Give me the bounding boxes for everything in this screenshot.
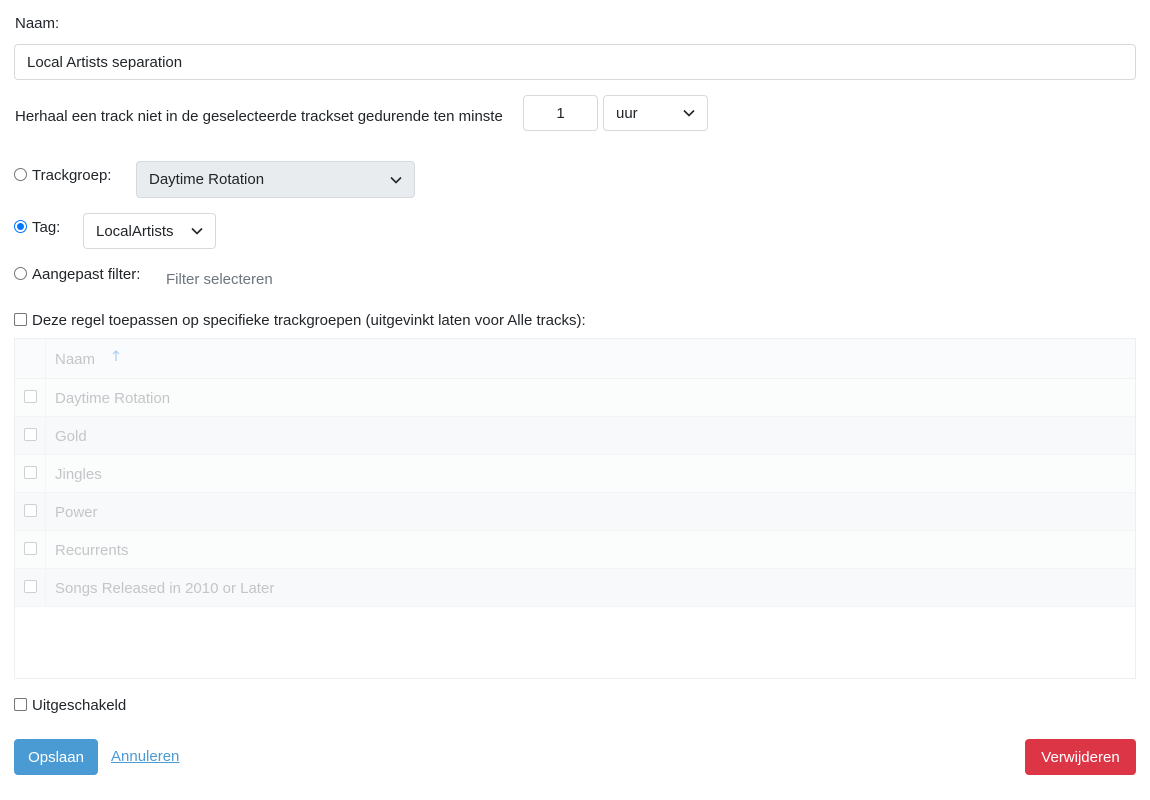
trackgroup-value: Daytime Rotation — [149, 171, 265, 188]
repeat-unit-value: uur — [616, 104, 638, 122]
delete-button[interactable]: Verwijderen — [1025, 739, 1136, 775]
name-label: Naam: — [15, 15, 60, 32]
table-row: Jingles — [15, 455, 1135, 493]
tag-radio[interactable] — [14, 220, 27, 233]
row-checkbox[interactable] — [24, 542, 37, 555]
custom-filter-select[interactable]: Filter selecteren — [166, 271, 273, 288]
trackgroup-select[interactable]: Daytime Rotation — [136, 161, 415, 198]
row-checkbox[interactable] — [24, 390, 37, 403]
table-row: Songs Released in 2010 or Later — [15, 569, 1135, 607]
table-row: Gold — [15, 417, 1135, 455]
repeat-quantity-input[interactable] — [523, 95, 598, 131]
row-checkbox[interactable] — [24, 466, 37, 479]
chevron-down-icon — [683, 107, 695, 119]
table-header-name[interactable]: Naam — [55, 351, 95, 368]
save-button[interactable]: Opslaan — [14, 739, 98, 775]
disabled-label: Uitgeschakeld — [32, 697, 127, 714]
tag-select[interactable]: LocalArtists — [83, 213, 216, 249]
row-name: Songs Released in 2010 or Later — [55, 580, 275, 597]
table-row: Power — [15, 493, 1135, 531]
row-checkbox[interactable] — [24, 580, 37, 593]
table-row: Daytime Rotation — [15, 379, 1135, 417]
trackgroup-radio[interactable] — [14, 168, 27, 181]
tag-label: Tag: — [32, 219, 61, 236]
column-divider — [45, 339, 46, 378]
custom-filter-radio[interactable] — [14, 267, 27, 280]
repeat-unit-select[interactable]: uur — [603, 95, 708, 131]
column-divider — [45, 493, 46, 530]
apply-specific-checkbox[interactable] — [14, 313, 27, 326]
row-name: Power — [55, 504, 98, 521]
table-header: Naam — [15, 339, 1135, 379]
chevron-down-icon — [191, 225, 203, 237]
custom-filter-label: Aangepast filter: — [32, 266, 141, 283]
column-divider — [45, 417, 46, 454]
repeat-label: Herhaal een track niet in de geselecteer… — [15, 108, 503, 125]
column-divider — [45, 569, 46, 606]
table-row: Recurrents — [15, 531, 1135, 569]
chevron-down-icon — [390, 174, 402, 186]
trackgroup-table: Naam Daytime Rotation Gold Jingles Power… — [14, 338, 1136, 679]
trackgroup-label: Trackgroep: — [32, 167, 112, 184]
row-name: Gold — [55, 428, 87, 445]
disabled-checkbox[interactable] — [14, 698, 27, 711]
apply-specific-label: Deze regel toepassen op specifieke track… — [32, 312, 586, 329]
name-input[interactable] — [14, 44, 1136, 80]
row-name: Jingles — [55, 466, 102, 483]
row-checkbox[interactable] — [24, 428, 37, 441]
row-name: Daytime Rotation — [55, 390, 171, 407]
sort-up-icon — [112, 349, 120, 366]
row-checkbox[interactable] — [24, 504, 37, 517]
row-name: Recurrents — [55, 542, 129, 559]
column-divider — [45, 531, 46, 568]
column-divider — [45, 455, 46, 492]
tag-value: LocalArtists — [96, 222, 174, 240]
cancel-link[interactable]: Annuleren — [111, 748, 179, 765]
column-divider — [45, 379, 46, 416]
